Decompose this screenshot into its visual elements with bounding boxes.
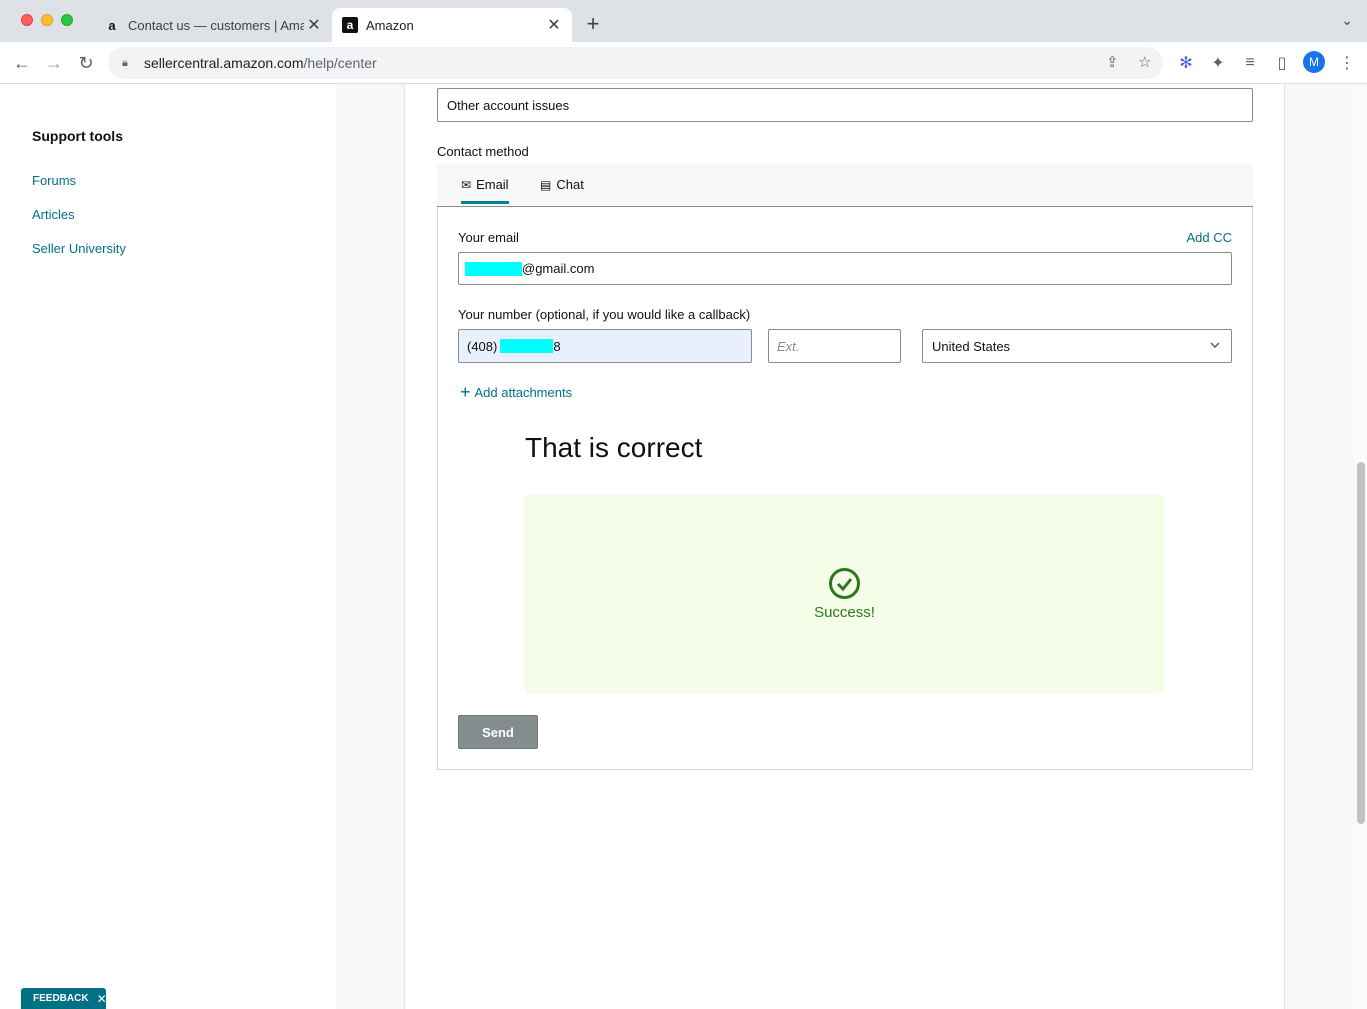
- profile-avatar[interactable]: M: [1303, 51, 1325, 73]
- sidebar-link-seller-university[interactable]: Seller University: [32, 241, 126, 256]
- captcha-result-heading: That is correct: [525, 432, 703, 463]
- tab-search-chevron-icon[interactable]: ⌄: [1341, 12, 1353, 29]
- add-cc-link[interactable]: Add CC: [1186, 230, 1232, 245]
- country-value: United States: [932, 338, 1011, 354]
- amazon-favicon-icon: a: [108, 17, 116, 33]
- contact-method-label: Contact method: [437, 144, 529, 159]
- close-feedback-icon[interactable]: ✕: [97, 992, 107, 1006]
- url-path: /help/center: [303, 55, 377, 71]
- extension-gear-icon[interactable]: ✻: [1175, 52, 1197, 74]
- success-check-icon: [829, 568, 860, 599]
- redacted-block: [500, 339, 554, 353]
- email-field[interactable]: @gmail.com: [458, 252, 1232, 285]
- feedback-button[interactable]: FEEDBACK ✕: [21, 988, 107, 1009]
- kebab-menu-icon[interactable]: ⋮: [1336, 52, 1358, 74]
- right-gutter: [1284, 84, 1354, 1009]
- phone-field[interactable]: (408) 8: [458, 329, 752, 363]
- browser-tab-amazon[interactable]: a Amazon ✕: [332, 8, 572, 42]
- browser-toolbar: ← → ↻ 🔒︎ sellercentral.amazon.com/help/c…: [0, 42, 1367, 84]
- phone-prefix: (408): [467, 338, 498, 354]
- amazon-favicon-icon: a: [342, 17, 358, 33]
- chevron-down-icon: [1210, 342, 1220, 348]
- country-select[interactable]: United States: [922, 329, 1232, 363]
- close-tab-icon[interactable]: ✕: [304, 15, 324, 35]
- feedback-label: FEEDBACK: [33, 993, 89, 1004]
- chat-bubble-icon: ▤: [540, 177, 552, 192]
- redacted-block: [465, 261, 522, 276]
- url-host: sellercentral.amazon.com: [144, 55, 304, 71]
- maximize-window-button[interactable]: [61, 14, 73, 26]
- page-scrollbar[interactable]: [1354, 84, 1367, 1009]
- contact-form-column: Other account issues Contact method ✉ Em…: [405, 84, 1284, 1009]
- tab-email-label: Email: [476, 177, 509, 192]
- left-gutter: [336, 84, 405, 1009]
- share-icon[interactable]: ⇪: [1106, 53, 1119, 71]
- send-button[interactable]: Send: [458, 715, 538, 749]
- bookmark-star-icon[interactable]: ☆: [1138, 53, 1151, 71]
- phone-suffix: 8: [553, 338, 561, 354]
- left-sidebar: Support tools Forums Articles Seller Uni…: [0, 84, 336, 1009]
- plus-icon: +: [460, 382, 471, 402]
- tab-chat-label: Chat: [556, 177, 584, 192]
- sidebar-link-articles[interactable]: Articles: [32, 207, 75, 222]
- envelope-icon: ✉: [461, 177, 472, 192]
- tab-title: Contact us — customers | Ama: [128, 17, 304, 33]
- add-attachments-link[interactable]: + Add attachments: [460, 383, 572, 401]
- tab-chat[interactable]: ▤ Chat: [540, 177, 584, 192]
- lock-icon: 🔒︎: [122, 56, 128, 69]
- email-suffix: @gmail.com: [522, 261, 595, 276]
- issue-select[interactable]: Other account issues: [437, 88, 1253, 122]
- browser-tab-bar: a Contact us — customers | Ama ✕ a Amazo…: [0, 0, 1367, 42]
- support-tools-heading: Support tools: [32, 128, 123, 144]
- close-window-button[interactable]: [21, 14, 33, 26]
- reload-icon[interactable]: ↻: [74, 51, 98, 75]
- browser-tab-contact-us[interactable]: a Contact us — customers | Ama ✕: [92, 8, 332, 42]
- new-tab-icon[interactable]: +: [582, 11, 604, 37]
- sidebar-link-forums[interactable]: Forums: [32, 173, 76, 188]
- back-arrow-icon[interactable]: ←: [10, 51, 34, 75]
- success-message: Success!: [814, 604, 875, 621]
- tab-email[interactable]: ✉ Email: [461, 177, 509, 204]
- close-tab-icon[interactable]: ✕: [544, 15, 564, 35]
- contact-method-tabs: ✉ Email ▤ Chat: [437, 164, 1253, 207]
- page-content: Support tools Forums Articles Seller Uni…: [0, 84, 1367, 1009]
- tab-title: Amazon: [366, 17, 414, 33]
- add-attachments-label: Add attachments: [474, 384, 573, 400]
- media-control-icon[interactable]: ≡: [1239, 52, 1261, 74]
- phone-label: Your number (optional, if you would like…: [458, 307, 751, 322]
- email-label: Your email: [458, 230, 519, 245]
- address-bar[interactable]: 🔒︎ sellercentral.amazon.com/help/center …: [108, 47, 1163, 79]
- success-panel: Success!: [525, 495, 1164, 694]
- scrollbar-thumb[interactable]: [1357, 462, 1365, 824]
- extension-field[interactable]: Ext.: [768, 329, 901, 363]
- extensions-puzzle-icon[interactable]: ✦: [1207, 52, 1229, 74]
- minimize-window-button[interactable]: [41, 14, 53, 26]
- side-panel-icon[interactable]: ▯: [1271, 52, 1293, 74]
- forward-arrow-icon[interactable]: →: [42, 51, 66, 75]
- email-form: Your email Add CC @gmail.com Your number…: [437, 207, 1253, 770]
